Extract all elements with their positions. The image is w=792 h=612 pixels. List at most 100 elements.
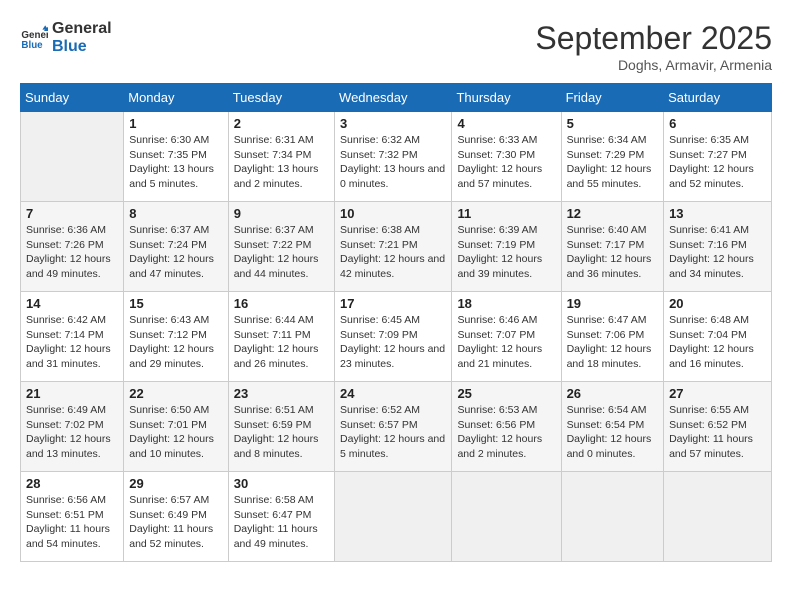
day-number: 21 xyxy=(26,386,118,401)
day-info: Sunrise: 6:33 AMSunset: 7:30 PMDaylight:… xyxy=(457,133,555,192)
header-row: SundayMondayTuesdayWednesdayThursdayFrid… xyxy=(21,84,772,112)
logo: General Blue General Blue xyxy=(20,20,112,55)
calendar-cell xyxy=(664,472,772,562)
day-number: 29 xyxy=(129,476,222,491)
day-info: Sunrise: 6:57 AMSunset: 6:49 PMDaylight:… xyxy=(129,493,222,552)
day-number: 22 xyxy=(129,386,222,401)
day-info: Sunrise: 6:45 AMSunset: 7:09 PMDaylight:… xyxy=(340,313,446,372)
header-friday: Friday xyxy=(561,84,664,112)
day-info: Sunrise: 6:52 AMSunset: 6:57 PMDaylight:… xyxy=(340,403,446,462)
day-number: 15 xyxy=(129,296,222,311)
day-info: Sunrise: 6:50 AMSunset: 7:01 PMDaylight:… xyxy=(129,403,222,462)
calendar-cell: 3 Sunrise: 6:32 AMSunset: 7:32 PMDaylight… xyxy=(335,112,452,202)
day-info: Sunrise: 6:44 AMSunset: 7:11 PMDaylight:… xyxy=(234,313,329,372)
header-sunday: Sunday xyxy=(21,84,124,112)
calendar-cell: 13 Sunrise: 6:41 AMSunset: 7:16 PMDayligh… xyxy=(664,202,772,292)
calendar-table: SundayMondayTuesdayWednesdayThursdayFrid… xyxy=(20,83,772,562)
day-info: Sunrise: 6:39 AMSunset: 7:19 PMDaylight:… xyxy=(457,223,555,282)
day-number: 13 xyxy=(669,206,766,221)
day-number: 23 xyxy=(234,386,329,401)
day-info: Sunrise: 6:43 AMSunset: 7:12 PMDaylight:… xyxy=(129,313,222,372)
week-row-2: 7Sunrise: 6:36 AMSunset: 7:26 PMDaylight… xyxy=(21,202,772,292)
calendar-cell: 19 Sunrise: 6:47 AMSunset: 7:06 PMDayligh… xyxy=(561,292,664,382)
header-saturday: Saturday xyxy=(664,84,772,112)
calendar-cell: 16Sunrise: 6:44 AMSunset: 7:11 PMDayligh… xyxy=(228,292,334,382)
calendar-cell: 2Sunrise: 6:31 AMSunset: 7:34 PMDaylight… xyxy=(228,112,334,202)
week-row-1: 1 Sunrise: 6:30 AMSunset: 7:35 PMDaylight… xyxy=(21,112,772,202)
day-info: Sunrise: 6:41 AMSunset: 7:16 PMDaylight:… xyxy=(669,223,766,282)
calendar-cell: 29 Sunrise: 6:57 AMSunset: 6:49 PMDayligh… xyxy=(124,472,228,562)
calendar-cell: 11Sunrise: 6:39 AMSunset: 7:19 PMDayligh… xyxy=(452,202,561,292)
day-number: 7 xyxy=(26,206,118,221)
day-number: 27 xyxy=(669,386,766,401)
calendar-cell: 28 Sunrise: 6:56 AMSunset: 6:51 PMDayligh… xyxy=(21,472,124,562)
logo-blue-text: Blue xyxy=(52,38,112,56)
header-monday: Monday xyxy=(124,84,228,112)
calendar-cell xyxy=(561,472,664,562)
day-info: Sunrise: 6:30 AMSunset: 7:35 PMDaylight:… xyxy=(129,133,222,192)
calendar-cell: 17 Sunrise: 6:45 AMSunset: 7:09 PMDayligh… xyxy=(335,292,452,382)
title-block: September 2025 Doghs, Armavir, Armenia xyxy=(535,20,772,73)
week-row-3: 14 Sunrise: 6:42 AMSunset: 7:14 PMDayligh… xyxy=(21,292,772,382)
day-number: 19 xyxy=(567,296,659,311)
day-info: Sunrise: 6:42 AMSunset: 7:14 PMDaylight:… xyxy=(26,313,118,372)
calendar-cell: 25Sunrise: 6:53 AMSunset: 6:56 PMDayligh… xyxy=(452,382,561,472)
calendar-cell xyxy=(21,112,124,202)
day-number: 1 xyxy=(129,116,222,131)
day-info: Sunrise: 6:56 AMSunset: 6:51 PMDaylight:… xyxy=(26,493,118,552)
page-header: General Blue General Blue September 2025… xyxy=(20,20,772,73)
day-number: 17 xyxy=(340,296,446,311)
day-number: 10 xyxy=(340,206,446,221)
day-number: 20 xyxy=(669,296,766,311)
calendar-cell: 22 Sunrise: 6:50 AMSunset: 7:01 PMDayligh… xyxy=(124,382,228,472)
calendar-cell: 21 Sunrise: 6:49 AMSunset: 7:02 PMDayligh… xyxy=(21,382,124,472)
header-wednesday: Wednesday xyxy=(335,84,452,112)
calendar-cell: 30Sunrise: 6:58 AMSunset: 6:47 PMDayligh… xyxy=(228,472,334,562)
calendar-cell: 14 Sunrise: 6:42 AMSunset: 7:14 PMDayligh… xyxy=(21,292,124,382)
calendar-cell xyxy=(335,472,452,562)
day-info: Sunrise: 6:54 AMSunset: 6:54 PMDaylight:… xyxy=(567,403,659,462)
day-number: 28 xyxy=(26,476,118,491)
calendar-cell: 6 Sunrise: 6:35 AMSunset: 7:27 PMDaylight… xyxy=(664,112,772,202)
calendar-cell: 24 Sunrise: 6:52 AMSunset: 6:57 PMDayligh… xyxy=(335,382,452,472)
day-info: Sunrise: 6:48 AMSunset: 7:04 PMDaylight:… xyxy=(669,313,766,372)
day-number: 24 xyxy=(340,386,446,401)
calendar-cell: 18Sunrise: 6:46 AMSunset: 7:07 PMDayligh… xyxy=(452,292,561,382)
logo-icon: General Blue xyxy=(20,24,48,52)
day-number: 9 xyxy=(234,206,329,221)
calendar-cell: 9 Sunrise: 6:37 AMSunset: 7:22 PMDaylight… xyxy=(228,202,334,292)
calendar-cell: 7Sunrise: 6:36 AMSunset: 7:26 PMDaylight… xyxy=(21,202,124,292)
calendar-cell: 26 Sunrise: 6:54 AMSunset: 6:54 PMDayligh… xyxy=(561,382,664,472)
day-number: 25 xyxy=(457,386,555,401)
day-info: Sunrise: 6:49 AMSunset: 7:02 PMDaylight:… xyxy=(26,403,118,462)
day-number: 12 xyxy=(567,206,659,221)
day-number: 5 xyxy=(567,116,659,131)
day-number: 6 xyxy=(669,116,766,131)
header-tuesday: Tuesday xyxy=(228,84,334,112)
calendar-cell: 12Sunrise: 6:40 AMSunset: 7:17 PMDayligh… xyxy=(561,202,664,292)
day-number: 18 xyxy=(457,296,555,311)
calendar-cell xyxy=(452,472,561,562)
day-info: Sunrise: 6:31 AMSunset: 7:34 PMDaylight:… xyxy=(234,133,329,192)
day-number: 4 xyxy=(457,116,555,131)
svg-text:Blue: Blue xyxy=(21,39,43,50)
day-info: Sunrise: 6:32 AMSunset: 7:32 PMDaylight:… xyxy=(340,133,446,192)
day-number: 3 xyxy=(340,116,446,131)
day-info: Sunrise: 6:35 AMSunset: 7:27 PMDaylight:… xyxy=(669,133,766,192)
header-thursday: Thursday xyxy=(452,84,561,112)
day-number: 8 xyxy=(129,206,222,221)
calendar-cell: 8 Sunrise: 6:37 AMSunset: 7:24 PMDaylight… xyxy=(124,202,228,292)
day-info: Sunrise: 6:37 AMSunset: 7:24 PMDaylight:… xyxy=(129,223,222,282)
calendar-cell: 5Sunrise: 6:34 AMSunset: 7:29 PMDaylight… xyxy=(561,112,664,202)
day-info: Sunrise: 6:51 AMSunset: 6:59 PMDaylight:… xyxy=(234,403,329,462)
location-subtitle: Doghs, Armavir, Armenia xyxy=(535,57,772,73)
day-info: Sunrise: 6:37 AMSunset: 7:22 PMDaylight:… xyxy=(234,223,329,282)
week-row-5: 28 Sunrise: 6:56 AMSunset: 6:51 PMDayligh… xyxy=(21,472,772,562)
calendar-cell: 15 Sunrise: 6:43 AMSunset: 7:12 PMDayligh… xyxy=(124,292,228,382)
day-info: Sunrise: 6:58 AMSunset: 6:47 PMDaylight:… xyxy=(234,493,329,552)
calendar-cell: 10Sunrise: 6:38 AMSunset: 7:21 PMDayligh… xyxy=(335,202,452,292)
calendar-cell: 23 Sunrise: 6:51 AMSunset: 6:59 PMDayligh… xyxy=(228,382,334,472)
day-info: Sunrise: 6:47 AMSunset: 7:06 PMDaylight:… xyxy=(567,313,659,372)
day-number: 26 xyxy=(567,386,659,401)
day-number: 14 xyxy=(26,296,118,311)
